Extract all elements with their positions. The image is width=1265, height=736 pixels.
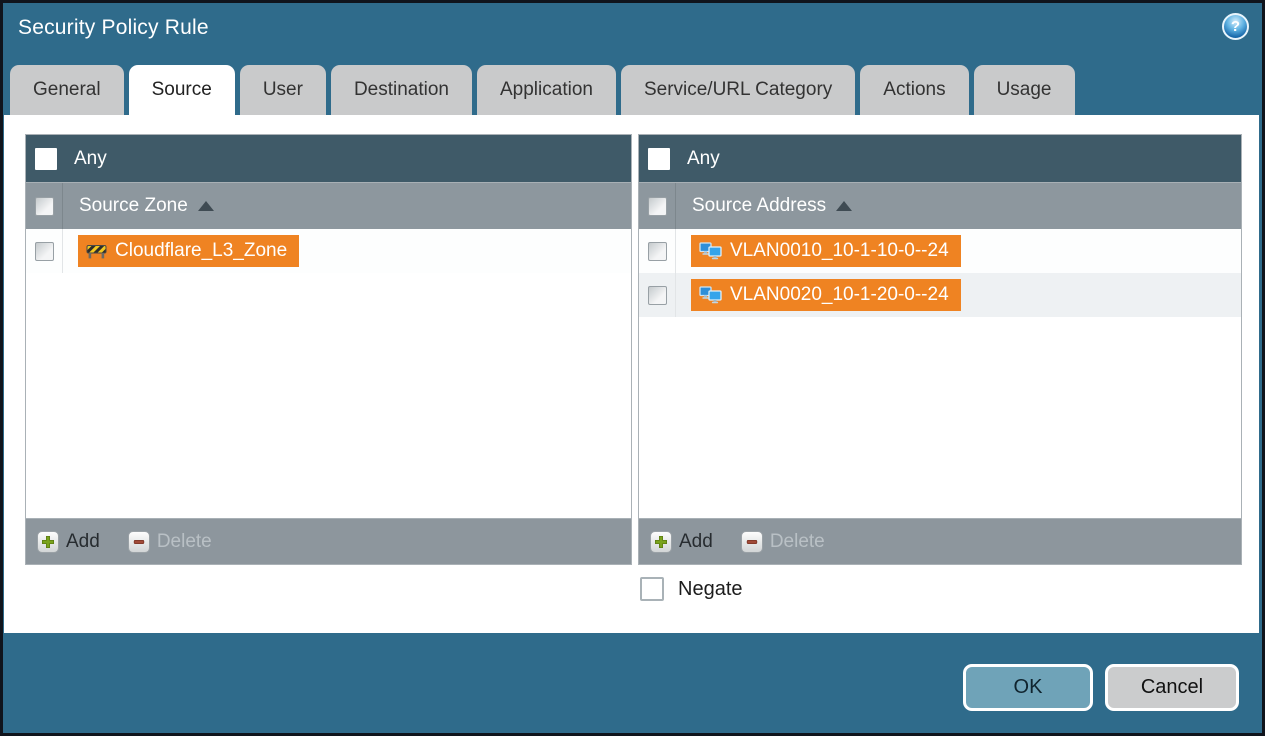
sort-ascending-icon — [836, 201, 853, 211]
source-address-list: VLAN0010_10-1-10-0--24 VLAN0020_10-1-20-… — [639, 229, 1241, 518]
source-address-any-checkbox[interactable] — [648, 147, 670, 170]
address-icon — [699, 286, 722, 304]
source-address-any-label: Any — [687, 147, 720, 169]
source-zone-item-label: Cloudflare_L3_Zone — [115, 240, 288, 261]
source-zone-column-title: Source Zone — [79, 195, 188, 216]
source-zone-panel: Any Source Zone Cloudflare_L3_Zone Add D… — [25, 134, 632, 565]
tab-source[interactable]: Source — [128, 65, 235, 115]
row-checkbox-cell — [26, 229, 63, 273]
negate-label: Negate — [678, 577, 743, 600]
delete-button-label: Delete — [769, 530, 825, 552]
row-checkbox-cell — [639, 273, 676, 317]
tab-usage[interactable]: Usage — [973, 65, 1075, 115]
tab-destination[interactable]: Destination — [330, 65, 472, 115]
source-zone-any-row: Any — [26, 135, 631, 182]
source-address-delete-button[interactable]: Delete — [740, 530, 825, 553]
source-address-any-row: Any — [639, 135, 1241, 182]
source-tab-content: Any Source Zone Cloudflare_L3_Zone Add D… — [4, 115, 1259, 633]
tab-bar: General Source User Destination Applicat… — [10, 65, 1075, 115]
add-icon — [650, 530, 672, 553]
tab-service-url-category[interactable]: Service/URL Category — [620, 65, 856, 115]
help-icon[interactable]: ? — [1222, 13, 1249, 40]
negate-option: Negate — [640, 577, 743, 601]
source-address-column-title: Source Address — [692, 195, 827, 216]
add-icon — [37, 530, 59, 553]
address-icon — [699, 242, 722, 260]
source-address-add-button[interactable]: Add — [650, 530, 713, 553]
source-address-header-checkbox-cell — [639, 183, 676, 229]
source-zone-chip[interactable]: Cloudflare_L3_Zone — [78, 235, 300, 267]
negate-checkbox[interactable] — [640, 577, 664, 601]
tab-actions[interactable]: Actions — [860, 65, 969, 115]
dialog-title: Security Policy Rule — [18, 16, 209, 39]
row-checkbox-cell — [639, 229, 676, 273]
source-zone-header-checkbox-cell — [26, 183, 63, 229]
security-policy-rule-dialog: Security Policy Rule ? General Source Us… — [0, 0, 1265, 736]
source-address-panel: Any Source Address VLAN0010_10-1-10-0--2… — [638, 134, 1242, 565]
source-address-chip[interactable]: VLAN0020_10-1-20-0--24 — [691, 279, 961, 311]
source-address-column-header[interactable]: Source Address — [639, 182, 1241, 229]
source-address-chip[interactable]: VLAN0010_10-1-10-0--24 — [691, 235, 961, 267]
source-zone-row-checkbox[interactable] — [34, 241, 54, 261]
source-address-row[interactable]: VLAN0010_10-1-10-0--24 — [639, 229, 1241, 273]
add-button-label: Add — [679, 530, 713, 552]
delete-button-label: Delete — [156, 530, 212, 552]
tab-application[interactable]: Application — [477, 65, 616, 115]
source-zone-column-header[interactable]: Source Zone — [26, 182, 631, 229]
source-address-row-checkbox[interactable] — [647, 285, 667, 305]
cancel-button[interactable]: Cancel — [1105, 664, 1239, 711]
source-zone-list: Cloudflare_L3_Zone — [26, 229, 631, 518]
source-zone-toolbar: Add Delete — [26, 518, 631, 564]
source-zone-row[interactable]: Cloudflare_L3_Zone — [26, 229, 631, 273]
source-address-select-all-checkbox[interactable] — [647, 196, 667, 216]
source-address-row[interactable]: VLAN0020_10-1-20-0--24 — [639, 273, 1241, 317]
delete-icon — [127, 530, 150, 553]
ok-button[interactable]: OK — [963, 664, 1093, 711]
source-zone-add-button[interactable]: Add — [37, 530, 100, 553]
source-address-item-label: VLAN0020_10-1-20-0--24 — [730, 284, 949, 305]
zone-icon — [86, 243, 107, 259]
source-zone-any-checkbox[interactable] — [35, 147, 57, 170]
source-zone-delete-button[interactable]: Delete — [127, 530, 212, 553]
tab-user[interactable]: User — [239, 65, 326, 115]
add-button-label: Add — [66, 530, 100, 552]
sort-ascending-icon — [197, 201, 214, 211]
source-zone-select-all-checkbox[interactable] — [34, 196, 54, 216]
source-address-toolbar: Add Delete — [639, 518, 1241, 564]
delete-icon — [740, 530, 763, 553]
source-zone-any-label: Any — [74, 147, 107, 169]
source-address-row-checkbox[interactable] — [647, 241, 667, 261]
tab-general[interactable]: General — [10, 65, 124, 115]
source-address-item-label: VLAN0010_10-1-10-0--24 — [730, 240, 949, 261]
